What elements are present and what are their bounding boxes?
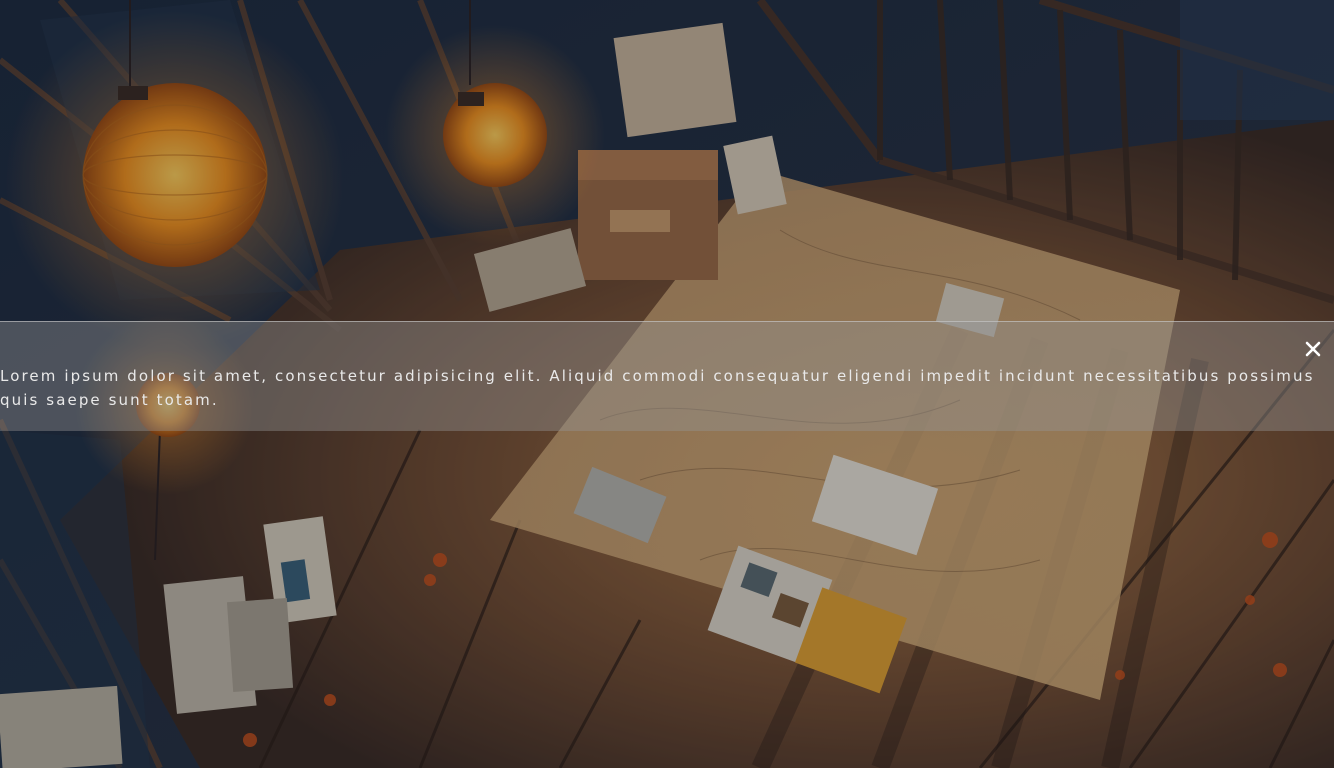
notification-banner: Lorem ipsum dolor sit amet, consectetur … bbox=[0, 321, 1334, 431]
close-icon bbox=[1305, 341, 1321, 357]
banner-message: Lorem ipsum dolor sit amet, consectetur … bbox=[0, 364, 1334, 412]
close-button[interactable] bbox=[1302, 338, 1324, 360]
banner-message-line-2: quis saepe sunt totam. bbox=[0, 391, 219, 409]
banner-message-line-1: Lorem ipsum dolor sit amet, consectetur … bbox=[0, 367, 1315, 385]
page: Lorem ipsum dolor sit amet, consectetur … bbox=[0, 0, 1334, 768]
